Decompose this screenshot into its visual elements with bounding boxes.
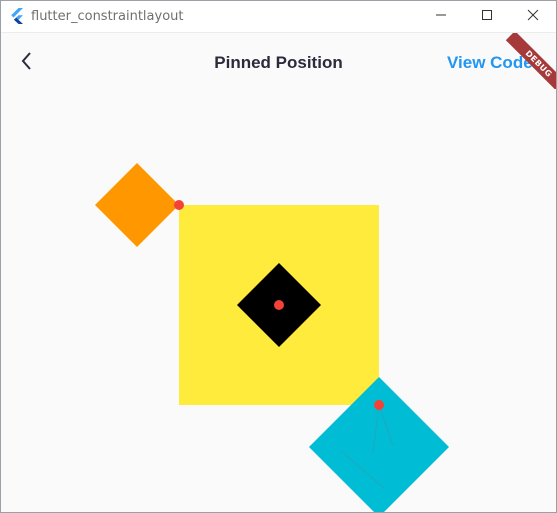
maximize-button[interactable]: [464, 1, 510, 32]
pin-dot-orange: [174, 200, 184, 210]
maximize-icon: [481, 8, 493, 26]
app-window: flutter_constraintlayout Pinned Position…: [0, 0, 557, 513]
orange-diamond[interactable]: [95, 163, 179, 247]
pin-dot-cyan: [374, 400, 384, 410]
flutter-logo-icon: [9, 8, 25, 24]
minimize-icon: [435, 8, 447, 26]
pin-dot-black: [274, 300, 284, 310]
window-title: flutter_constraintlayout: [31, 9, 184, 24]
app-bar: Pinned Position View Code: [1, 33, 556, 95]
minimize-button[interactable]: [418, 1, 464, 32]
window-titlebar: flutter_constraintlayout: [1, 1, 556, 33]
shapes-svg: [95, 163, 449, 512]
close-icon: [527, 8, 539, 26]
close-button[interactable]: [510, 1, 556, 32]
pinned-canvas: [1, 95, 556, 512]
view-code-button[interactable]: View Code: [447, 53, 533, 73]
